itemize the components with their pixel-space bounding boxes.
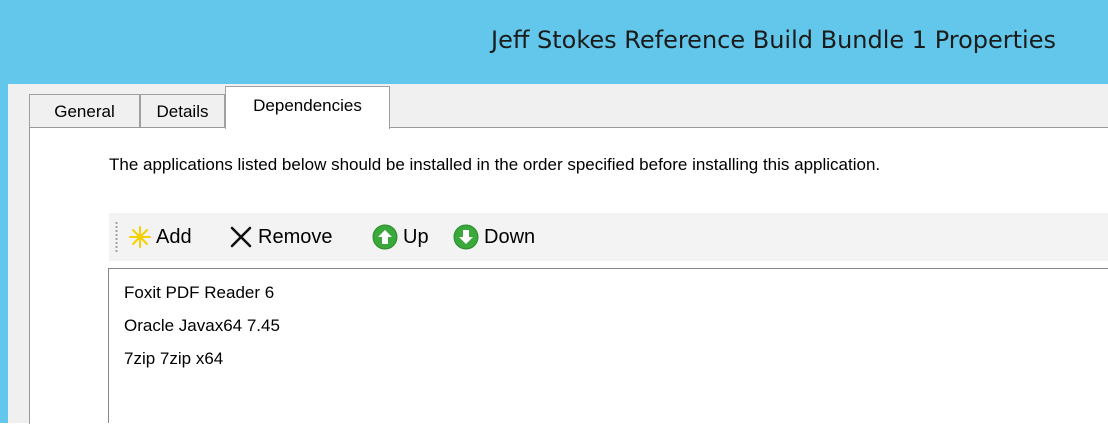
tab-dependencies[interactable]: Dependencies [225,86,390,129]
add-star-icon [129,226,151,248]
add-button-label: Add [156,225,192,248]
down-button[interactable]: Down [453,222,535,252]
remove-x-icon [230,226,252,248]
tab-details[interactable]: Details [140,94,225,127]
toolbar-grip[interactable] [115,221,118,253]
down-arrow-icon [453,224,479,250]
window-title: Jeff Stokes Reference Build Bundle 1 Pro… [490,26,1056,54]
dependencies-toolbar: Add Remove Up Down [109,213,1108,261]
remove-button-label: Remove [258,225,333,248]
remove-button[interactable]: Remove [229,222,332,252]
dependencies-description: The applications listed below should be … [109,155,881,174]
list-item[interactable]: 7zip 7zip x64 [124,349,223,369]
list-item[interactable]: Foxit PDF Reader 6 [124,283,274,303]
title-bar[interactable]: Jeff Stokes Reference Build Bundle 1 Pro… [8,0,1108,84]
properties-window: Jeff Stokes Reference Build Bundle 1 Pro… [0,0,1108,424]
up-button-label: Up [403,225,429,248]
down-button-label: Down [484,225,536,248]
tab-general[interactable]: General [29,94,140,127]
dependencies-list[interactable]: Foxit PDF Reader 6 Oracle Javax64 7.45 7… [108,268,1108,423]
add-button[interactable]: Add [129,222,192,252]
up-button[interactable]: Up [372,222,429,252]
up-arrow-icon [372,224,398,250]
list-item[interactable]: Oracle Javax64 7.45 [124,316,280,336]
